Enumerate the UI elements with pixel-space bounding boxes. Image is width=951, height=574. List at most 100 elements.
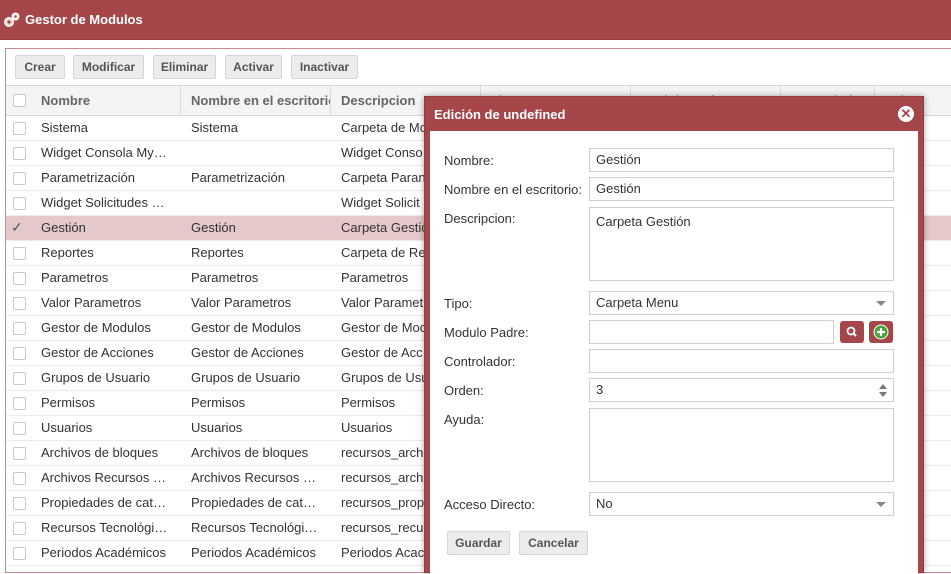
column-header-escritorio[interactable]: Nombre en el escritorio [185,86,331,116]
cell-descripcion: Carpeta de Mo [341,120,427,135]
cell-descripcion: Usuarios [341,420,393,435]
cell-escritorio: Usuarios [191,420,243,435]
cell-escritorio: Recursos Tecnológi… [191,520,318,535]
orden-label: Orden: [444,383,484,398]
row-checkbox[interactable] [13,197,26,210]
chevron-down-icon [876,502,886,507]
dialog-title: Edición de undefined [434,106,566,122]
column-header-nombre[interactable]: Nombre [35,86,181,116]
dialog-header[interactable]: Edición de undefined [425,97,923,131]
controlador-label: Controlador: [444,354,516,369]
add-parent-button[interactable] [869,321,893,343]
cell-escritorio: Permisos [191,395,246,410]
checkmark-icon[interactable]: ✓ [11,219,23,236]
delete-button[interactable]: Eliminar [153,55,216,79]
create-button[interactable]: Crear [15,55,65,79]
cell-nombre: Parametrización [41,170,135,185]
modify-button[interactable]: Modificar [73,55,144,79]
cell-escritorio: Sistema [191,120,238,135]
cell-descripcion: Grupos de Usu [341,370,429,385]
orden-stepper[interactable]: 3 [589,378,894,402]
cell-nombre: Propiedades de cat… [41,495,167,510]
cell-descripcion: Carpeta de Re [341,245,426,260]
cell-descripcion: Widget Solicit [341,195,420,210]
row-checkbox[interactable] [13,172,26,185]
dialog-form: Nombre: Gestión Nombre en el escritorio:… [430,131,918,574]
row-checkbox[interactable] [13,147,26,160]
cell-escritorio: Valor Parametros [191,295,292,310]
spin-up-icon[interactable] [879,384,887,389]
tipo-select[interactable]: Carpeta Menu [589,291,894,315]
cell-escritorio: Gestor de Acciones [191,345,304,360]
gears-icon [3,11,21,29]
cell-nombre: Parametros [41,270,109,285]
acceso-directo-select[interactable]: No [589,492,894,516]
row-checkbox[interactable] [13,547,26,560]
cell-descripcion: recursos_prop [341,495,425,510]
cell-descripcion: Carpeta Gestic [341,220,428,235]
cell-descripcion: Valor Paramet [341,295,424,310]
escritorio-field[interactable]: Gestión [589,177,894,201]
cell-nombre: Gestor de Acciones [41,345,154,360]
modulo-padre-label: Modulo Padre: [444,325,529,340]
row-checkbox[interactable] [13,247,26,260]
row-checkbox[interactable] [13,472,26,485]
cell-nombre: Permisos [41,395,96,410]
cell-descripcion: recursos_recu [341,520,424,535]
row-checkbox[interactable] [13,347,26,360]
row-checkbox[interactable] [13,397,26,410]
ayuda-label: Ayuda: [444,412,485,427]
cell-escritorio [185,141,331,165]
cell-nombre: Archivos Recursos … [41,470,166,485]
cell-nombre: Periodos Académicos [41,545,167,560]
row-checkbox[interactable] [13,447,26,460]
select-all-checkbox[interactable] [13,94,26,107]
nombre-field[interactable]: Gestión [589,148,894,172]
cell-descripcion: Gestor de Moc [341,320,427,335]
cancel-button[interactable]: Cancelar [519,531,588,555]
cell-nombre: Widget Solicitudes … [41,195,165,210]
activate-button[interactable]: Activar [225,55,282,79]
cell-descripcion: recursos_arch [341,470,424,485]
deactivate-button[interactable]: Inactivar [291,55,358,79]
cell-nombre: Widget Consola My… [41,145,167,160]
cell-nombre: Archivos de bloques [41,445,159,460]
cell-nombre: Valor Parametros [41,295,142,310]
cell-escritorio: Periodos Académicos [191,545,317,560]
cell-escritorio: Parametrización [191,170,285,185]
row-checkbox[interactable] [13,297,26,310]
cell-escritorio: Reportes [191,245,244,260]
close-icon[interactable]: ✕ [898,106,914,122]
row-checkbox[interactable] [13,272,26,285]
row-checkbox[interactable] [13,322,26,335]
cell-descripcion: Periodos Acac [341,545,425,560]
cell-escritorio [185,191,331,215]
descripcion-label: Descripcion: [444,211,516,226]
acceso-directo-label: Acceso Directo: [444,497,536,512]
spin-down-icon[interactable] [879,392,887,397]
cell-nombre: Grupos de Usuario [41,370,151,385]
cell-descripcion: Widget Conso [341,145,423,160]
search-icon [846,326,857,337]
row-checkbox[interactable] [13,122,26,135]
acceso-directo-value: No [596,496,613,511]
search-button[interactable] [840,321,864,343]
cell-escritorio: Gestión [191,220,236,235]
cell-escritorio: Gestor de Modulos [191,320,301,335]
escritorio-label: Nombre en el escritorio: [444,182,582,197]
cell-nombre: Gestión [41,220,86,235]
row-checkbox[interactable] [13,522,26,535]
descripcion-textarea[interactable]: Carpeta Gestión [589,207,894,281]
ayuda-textarea[interactable] [589,408,894,482]
cell-descripcion: Permisos [341,395,396,410]
chevron-down-icon [876,301,886,306]
modulo-padre-field[interactable] [589,320,834,344]
save-button[interactable]: Guardar [447,531,510,555]
row-checkbox[interactable] [13,422,26,435]
cell-escritorio: Archivos de bloques [191,445,309,460]
orden-value: 3 [596,382,604,397]
row-checkbox[interactable] [13,372,26,385]
row-checkbox[interactable] [13,497,26,510]
edit-module-dialog: Edición de undefined ✕ Nombre: Gestión N… [424,96,924,574]
controlador-field[interactable] [589,349,894,373]
